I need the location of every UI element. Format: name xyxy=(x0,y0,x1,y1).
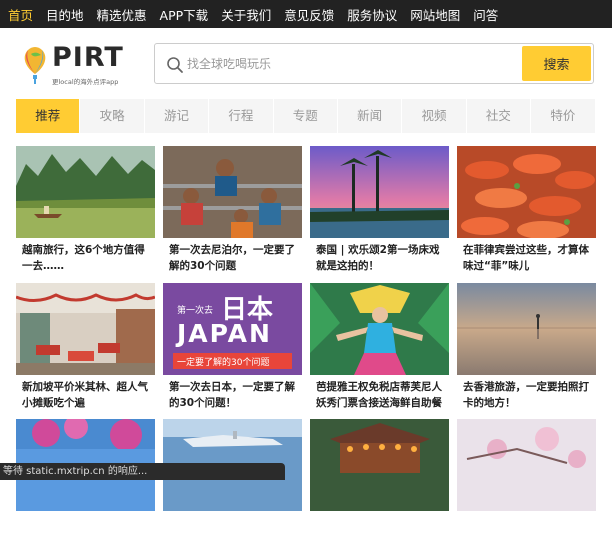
category-tabs: 推荐 攻略 游记 行程 专题 新闻 视频 社交 特价 xyxy=(16,99,596,133)
logo-wordmark: PIRT xyxy=(52,42,124,73)
site-header: PIRT 更local的海外点评app 搜索 xyxy=(0,28,612,98)
article-thumbnail[interactable] xyxy=(457,419,596,511)
article-card[interactable]: 芭提雅王权免税店蒂芙尼人妖秀门票含接送海鲜自助餐 xyxy=(310,283,449,415)
article-card[interactable] xyxy=(16,419,155,551)
article-title[interactable]: 新加坡平价米其林、超人气小摊贩吃个遍 xyxy=(16,375,155,415)
search-icon xyxy=(167,57,183,73)
nav-app-download[interactable]: APP下载 xyxy=(160,5,209,24)
search-input[interactable] xyxy=(187,45,517,82)
browser-status-bar: 等待 static.mxtrip.cn 的响应... xyxy=(0,463,285,480)
article-card[interactable] xyxy=(163,419,302,551)
article-title[interactable]: 去香港旅游，一定要拍照打卡的地方！ xyxy=(457,375,596,415)
site-logo[interactable]: PIRT 更local的海外点评app xyxy=(20,42,130,90)
nav-feedback[interactable]: 意见反馈 xyxy=(284,5,334,24)
article-title[interactable]: 泰国 | 欢乐颂2第一场床戏就是这拍的！ xyxy=(310,238,449,278)
search-button[interactable]: 搜索 xyxy=(522,46,591,81)
nav-deals[interactable]: 精选优惠 xyxy=(97,5,147,24)
nav-home[interactable]: 首页 xyxy=(8,5,33,24)
logo-icon xyxy=(24,47,46,84)
article-title[interactable]: 在菲律宾尝过这些，才算体味过“菲”味儿 xyxy=(457,238,596,278)
article-title[interactable]: 芭提雅王权免税店蒂芙尼人妖秀门票含接送海鲜自助餐 xyxy=(310,375,449,415)
article-title[interactable] xyxy=(163,511,302,551)
article-title[interactable] xyxy=(457,511,596,551)
tab-topics[interactable]: 专题 xyxy=(274,99,338,133)
article-card[interactable] xyxy=(457,419,596,551)
article-thumbnail[interactable] xyxy=(457,146,596,238)
tab-news[interactable]: 新闻 xyxy=(338,99,403,133)
article-title[interactable] xyxy=(16,511,155,551)
article-card[interactable]: 第一次去 日本 JAPAN 一定要了解的30个问题 第一次去日本，一定要了解的3… xyxy=(163,283,302,415)
tab-itineraries[interactable]: 行程 xyxy=(209,99,274,133)
article-card[interactable]: 泰国 | 欢乐颂2第一场床戏就是这拍的！ xyxy=(310,146,449,278)
article-thumbnail[interactable] xyxy=(16,283,155,375)
tab-guides[interactable]: 攻略 xyxy=(80,99,145,133)
japan-promo-image-text: 第一次去 日本 JAPAN 一定要了解的30个问题 xyxy=(177,295,274,368)
tab-recommended[interactable]: 推荐 xyxy=(16,99,81,133)
tab-travelogues[interactable]: 游记 xyxy=(145,99,210,133)
article-card[interactable]: 第一次去尼泊尔，一定要了解的30个问题 xyxy=(163,146,302,278)
article-thumbnail[interactable] xyxy=(163,146,302,238)
article-thumbnail[interactable] xyxy=(310,146,449,238)
article-card[interactable]: 去香港旅游，一定要拍照打卡的地方！ xyxy=(457,283,596,415)
tab-deals[interactable]: 特价 xyxy=(531,99,596,133)
tab-videos[interactable]: 视频 xyxy=(402,99,467,133)
article-thumbnail[interactable] xyxy=(310,283,449,375)
article-card[interactable]: 新加坡平价米其林、超人气小摊贩吃个遍 xyxy=(16,283,155,415)
nav-sitemap[interactable]: 网站地图 xyxy=(410,5,460,24)
article-card[interactable]: 在菲律宾尝过这些，才算体味过“菲”味儿 xyxy=(457,146,596,278)
article-thumbnail[interactable] xyxy=(457,283,596,375)
article-card[interactable]: 越南旅行，这6个地方值得一去…… xyxy=(16,146,155,278)
logo-tagline: 更local的海外点评app xyxy=(52,78,119,86)
nav-terms[interactable]: 服务协议 xyxy=(347,5,397,24)
article-title[interactable]: 越南旅行，这6个地方值得一去…… xyxy=(16,238,155,278)
nav-about[interactable]: 关于我们 xyxy=(221,5,271,24)
article-card[interactable] xyxy=(310,419,449,551)
article-thumbnail[interactable]: 第一次去 日本 JAPAN 一定要了解的30个问题 xyxy=(163,283,302,375)
nav-destinations[interactable]: 目的地 xyxy=(46,5,84,24)
article-title[interactable]: 第一次去日本，一定要了解的30个问题！ xyxy=(163,375,302,415)
search-box: 搜索 xyxy=(154,43,594,84)
article-thumbnail[interactable] xyxy=(16,146,155,238)
article-title[interactable]: 第一次去尼泊尔，一定要了解的30个问题 xyxy=(163,238,302,278)
tab-social[interactable]: 社交 xyxy=(467,99,532,133)
article-thumbnail[interactable] xyxy=(310,419,449,511)
top-nav-bar: 首页 目的地 精选优惠 APP下载 关于我们 意见反馈 服务协议 网站地图 问答 xyxy=(0,0,612,28)
nav-qa[interactable]: 问答 xyxy=(473,5,498,24)
article-title[interactable] xyxy=(310,511,449,551)
